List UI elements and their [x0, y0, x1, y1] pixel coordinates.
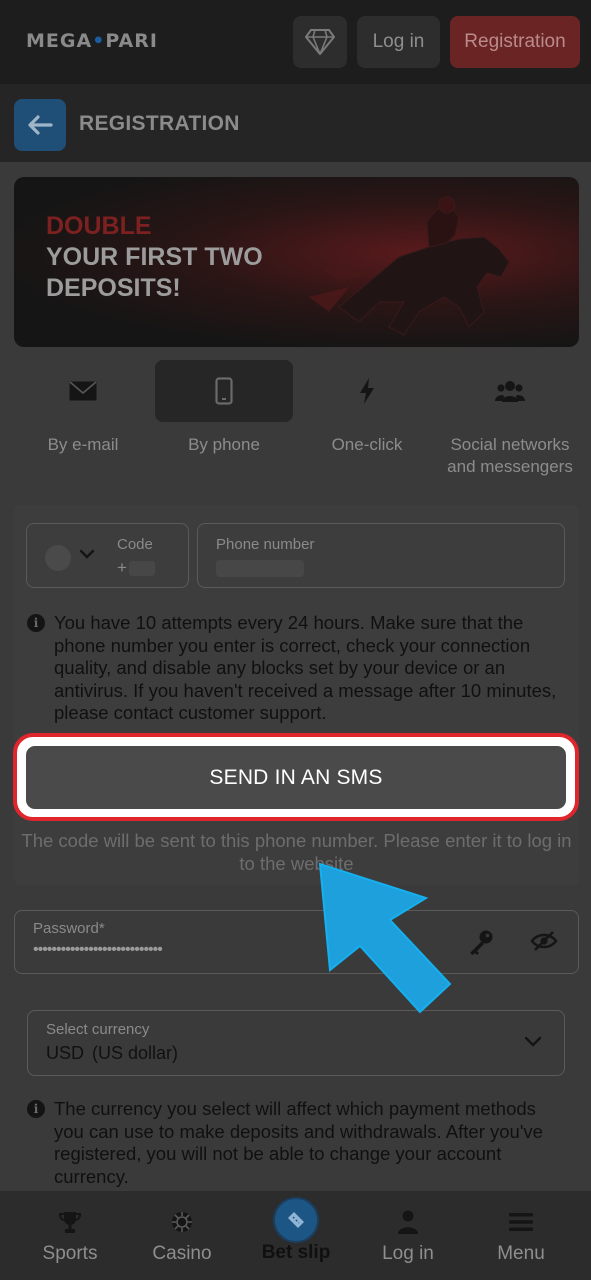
sms-note: The code will be sent to this phone numb… — [21, 830, 572, 874]
users-icon — [495, 381, 525, 402]
top-bar: MEGA•PARI Log in Registration — [0, 0, 591, 84]
megapari-logo[interactable]: MEGA•PARI — [26, 30, 158, 52]
poker-chip-icon — [172, 1212, 192, 1232]
eye-slash-icon[interactable] — [530, 929, 558, 953]
attempts-info-text: You have 10 attempts every 24 hours. Mak… — [54, 612, 557, 723]
tab-label: One-click — [331, 435, 403, 454]
header-registration-button[interactable]: Registration — [450, 16, 580, 68]
lightning-icon — [360, 378, 374, 404]
nav-label: Log in — [382, 1243, 434, 1264]
tab-by-phone[interactable]: By phone — [155, 360, 293, 484]
nav-login[interactable]: Log in — [353, 1191, 463, 1280]
ticket-icon — [288, 1212, 304, 1228]
hamburger-menu-icon — [509, 1213, 533, 1231]
nav-casino[interactable]: Casino — [127, 1191, 237, 1280]
nav-bet-slip-button[interactable] — [273, 1197, 319, 1243]
tab-social-networks[interactable]: Social networks and messengers — [441, 360, 579, 484]
info-icon: i — [27, 614, 45, 632]
currency-label: Select currency — [46, 1021, 150, 1038]
banner-line-2: YOUR FIRST TWO — [46, 243, 263, 271]
key-icon[interactable] — [467, 928, 495, 956]
banner-text: DOUBLE YOUR FIRST TWO DEPOSITS! — [46, 211, 263, 304]
code-value: + — [117, 558, 155, 578]
currency-value: USD (US dollar) — [46, 1043, 179, 1063]
currency-info: i The currency you select will affect wh… — [27, 1098, 567, 1188]
banner-line-1: DOUBLE — [46, 212, 152, 240]
trophy-icon — [58, 1212, 82, 1233]
country-code-select[interactable]: Code + — [26, 523, 189, 588]
password-field[interactable]: Password* •••••••••••••••••••••••••••• — [14, 910, 579, 974]
header-login-button[interactable]: Log in — [357, 16, 440, 68]
nav-label: Menu — [497, 1243, 545, 1264]
phone-icon — [215, 377, 233, 405]
diamond-icon — [305, 29, 335, 55]
tab-label: By e-mail — [47, 435, 119, 454]
phone-number-label: Phone number — [216, 536, 315, 553]
tab-by-email[interactable]: By e-mail — [14, 360, 152, 484]
jockey-horse-image — [309, 196, 510, 336]
tab-label: Social networks and messengers — [447, 435, 573, 476]
back-button[interactable] — [14, 99, 66, 151]
tab-one-click[interactable]: One-click — [298, 360, 436, 484]
chevron-down-icon — [524, 1036, 542, 1047]
nav-label: Sports — [42, 1243, 98, 1264]
currency-info-text: The currency you select will affect whic… — [54, 1098, 543, 1187]
nav-label: Casino — [152, 1243, 212, 1264]
info-icon: i — [27, 1100, 45, 1118]
arrow-left-icon — [28, 115, 53, 135]
banner-line-3: DEPOSITS! — [46, 274, 181, 302]
registration-header: REGISTRATION — [0, 84, 591, 162]
nav-sports[interactable]: Sports — [15, 1191, 125, 1280]
page-title: REGISTRATION — [79, 112, 240, 135]
send-sms-button[interactable]: SEND IN AN SMS — [26, 746, 566, 809]
nav-bet-slip-label[interactable]: Bet slip — [240, 1242, 352, 1264]
chevron-down-icon — [79, 549, 95, 559]
pointer-arrow-graphic — [318, 862, 452, 1014]
phone-number-value — [216, 560, 304, 577]
phone-number-input[interactable]: Phone number — [197, 523, 565, 588]
password-label: Password* — [33, 920, 105, 937]
password-value: •••••••••••••••••••••••••••• — [33, 941, 163, 958]
tab-label: By phone — [188, 435, 260, 454]
code-label: Code — [117, 536, 153, 553]
nav-menu[interactable]: Menu — [466, 1191, 576, 1280]
user-icon — [398, 1210, 418, 1234]
country-flag-icon — [45, 545, 71, 571]
registration-method-tabs: By e-mail By phone One-click Social netw… — [14, 360, 579, 488]
currency-select[interactable]: Select currency USD (US dollar) — [27, 1010, 565, 1076]
promo-banner[interactable]: DOUBLE YOUR FIRST TWO DEPOSITS! — [14, 177, 579, 347]
bonus-button[interactable] — [293, 16, 347, 68]
envelope-icon — [69, 381, 97, 401]
attempts-info: i You have 10 attempts every 24 hours. M… — [27, 612, 567, 725]
